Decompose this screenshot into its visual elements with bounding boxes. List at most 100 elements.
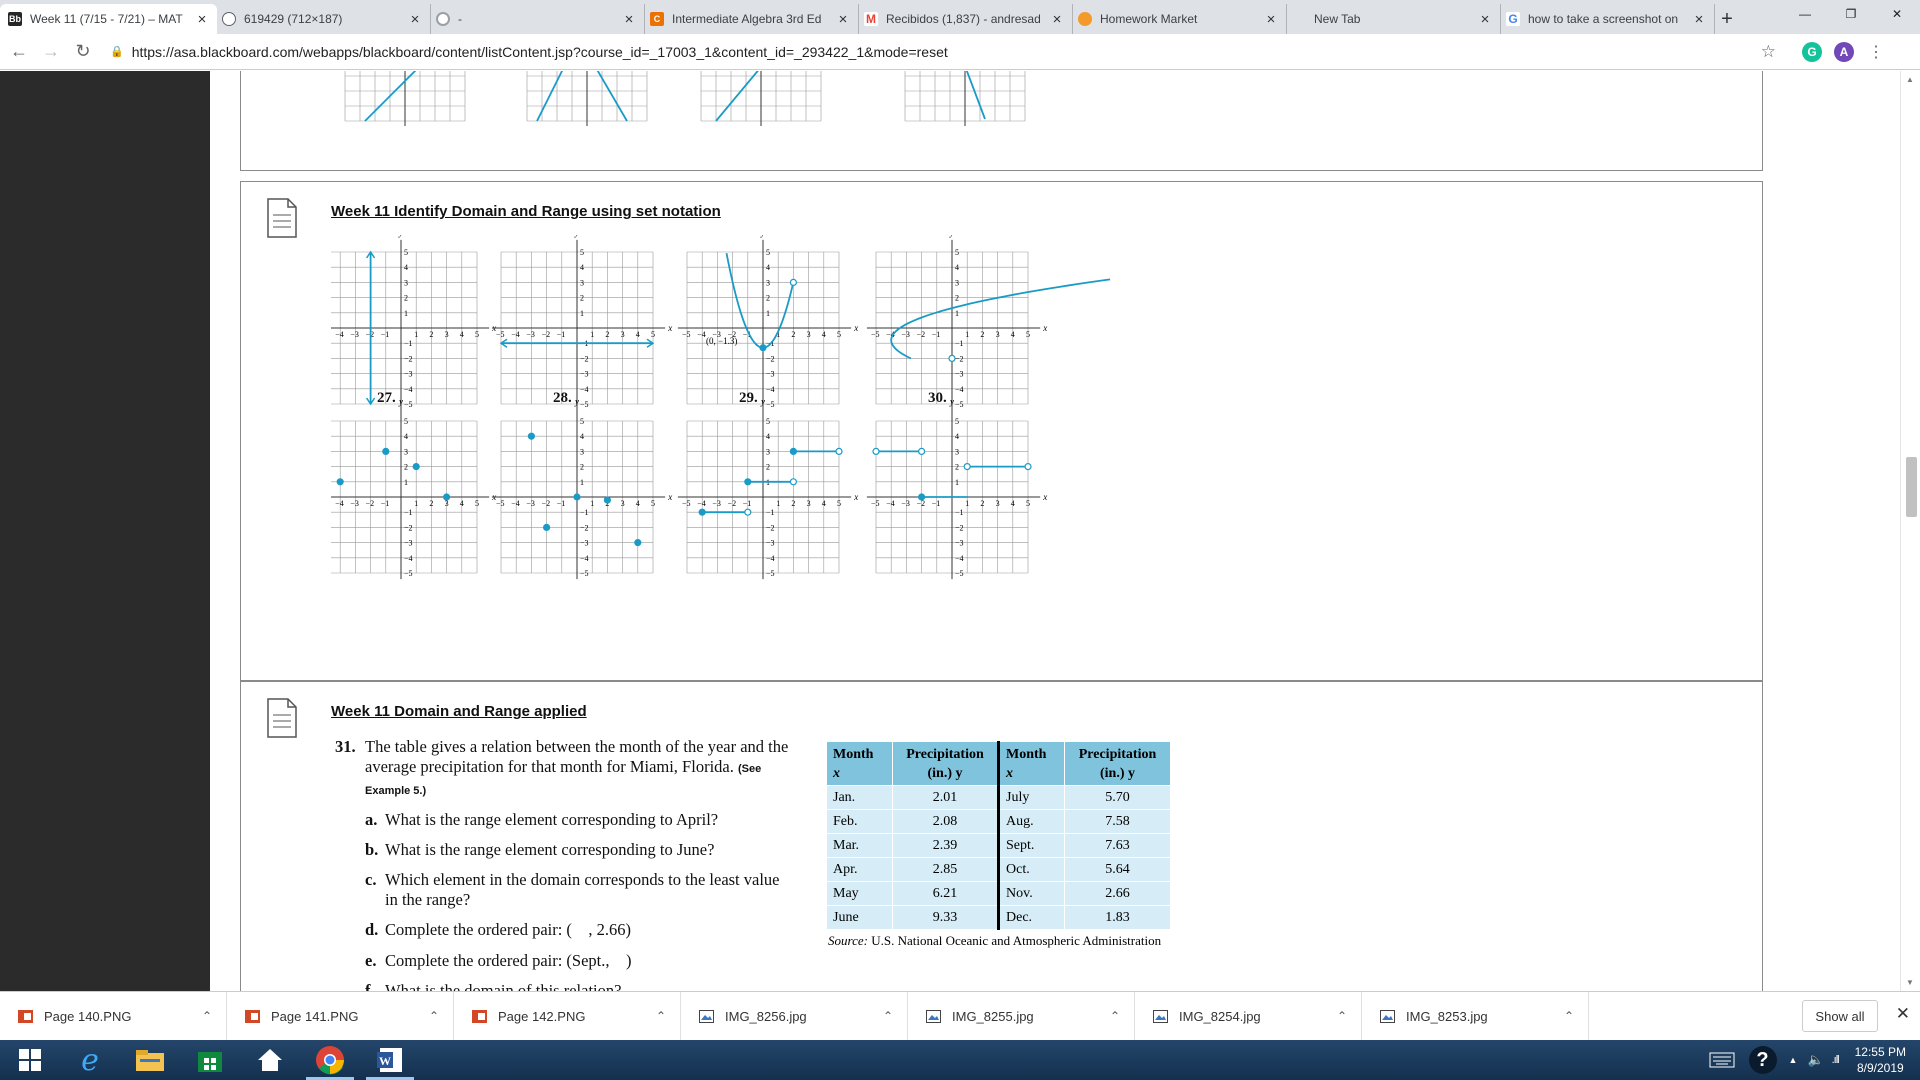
chevron-up-icon[interactable]: ⌃ — [869, 1009, 907, 1023]
tab-619429[interactable]: 619429 (712×187) × — [214, 4, 431, 34]
tick-label: 3 — [580, 447, 584, 456]
tick-label: −3 — [350, 499, 359, 508]
show-hidden-icons[interactable]: ▲ — [1789, 1055, 1798, 1065]
grammarly-extension-icon[interactable]: G — [1802, 41, 1822, 62]
close-tab-icon[interactable]: × — [1050, 11, 1064, 28]
browser-menu-icon[interactable]: ⋮ — [1868, 42, 1884, 62]
closed-point — [789, 447, 797, 455]
header-month: Month x — [826, 741, 893, 786]
tick-label: −1 — [557, 330, 566, 339]
download-item[interactable]: Page 140.PNG ⌃ — [0, 992, 227, 1040]
chevron-up-icon[interactable]: ⌃ — [1550, 1009, 1588, 1023]
close-tab-icon[interactable]: × — [408, 11, 422, 28]
chevron-up-icon[interactable]: ⌃ — [188, 1009, 226, 1023]
download-item[interactable]: Page 142.PNG ⌃ — [454, 992, 681, 1040]
close-tab-icon[interactable]: × — [1692, 11, 1706, 28]
table-cell: Aug. — [997, 809, 1065, 834]
scroll-down-arrow-icon[interactable]: ▼ — [1906, 978, 1914, 987]
minimize-icon[interactable]: — — [1782, 0, 1828, 28]
forward-arrow-icon[interactable]: → — [38, 39, 64, 65]
tick-label: 2 — [580, 463, 584, 472]
homework-market-icon — [1078, 12, 1092, 26]
help-icon[interactable]: ? — [1748, 1046, 1777, 1074]
close-tab-icon[interactable]: × — [622, 11, 636, 28]
download-item[interactable]: IMG_8254.jpg ⌃ — [1135, 992, 1362, 1040]
tick-label: 1 — [580, 478, 584, 487]
bookmark-star-icon[interactable]: ☆ — [1761, 42, 1776, 62]
part-d: d. Complete the ordered pair: ( , 2.66) — [365, 920, 795, 940]
image-file-icon — [1153, 1009, 1168, 1023]
section-title-set-notation[interactable]: Week 11 Identify Domain and Range using … — [331, 203, 721, 220]
tab-week11[interactable]: Bb Week 11 (7/15 - 7/21) – MAT × — [0, 4, 217, 34]
url-text[interactable]: https://asa.blackboard.com/webapps/black… — [132, 44, 1761, 60]
tick-label: −4 — [511, 499, 520, 508]
home-icon[interactable] — [240, 1040, 300, 1080]
tick-label: −4 — [580, 554, 589, 563]
ppt-file-icon — [472, 1009, 487, 1023]
tick-label: 3 — [807, 330, 811, 339]
internet-explorer-icon[interactable]: e — [60, 1040, 120, 1080]
graph-26: 26.xy1−11−12−22−23−33−34−44−45−55−5 — [866, 221, 1111, 411]
volume-icon[interactable]: 🔈 — [1807, 1052, 1823, 1068]
tab-loading[interactable]: - × — [428, 4, 645, 34]
page-viewport: Week 11 Identify Domain and Range using … — [0, 71, 1920, 991]
section-title-applied[interactable]: Week 11 Domain and Range applied — [331, 703, 587, 720]
system-clock[interactable]: 12:55 PM 8/9/2019 — [1855, 1044, 1906, 1076]
download-item[interactable]: IMG_8255.jpg ⌃ — [908, 992, 1135, 1040]
windows-start-icon[interactable] — [0, 1040, 60, 1080]
tick-label: 5 — [404, 248, 408, 257]
graph-30: 30.xy1−11−12−22−23−33−34−44−45−55−5 — [866, 390, 1047, 580]
intro-text: The table gives a relation between the m… — [365, 737, 789, 776]
tick-label: 1 — [965, 330, 969, 339]
keyboard-icon[interactable] — [1709, 1051, 1735, 1069]
tick-label: −2 — [404, 523, 413, 532]
download-item[interactable]: IMG_8253.jpg ⌃ — [1362, 992, 1589, 1040]
tick-label: 2 — [429, 499, 433, 508]
store-icon[interactable] — [180, 1040, 240, 1080]
chevron-up-icon[interactable]: ⌃ — [642, 1009, 680, 1023]
download-item[interactable]: IMG_8256.jpg ⌃ — [681, 992, 908, 1040]
table-header-row: Month x Precipitation (in.) y Month x Preci… — [826, 741, 1171, 786]
tick-label: −1 — [404, 339, 413, 348]
scrollbar-thumb[interactable] — [1906, 457, 1917, 517]
close-tab-icon[interactable]: × — [195, 11, 209, 28]
chevron-up-icon[interactable]: ⌃ — [1096, 1009, 1134, 1023]
table-row: Feb. 2.08 Aug. 7.58 — [826, 809, 1171, 834]
vertical-scrollbar[interactable]: ▲ ▼ — [1900, 71, 1920, 991]
file-explorer-icon[interactable] — [120, 1040, 180, 1080]
tick-label: 4 — [460, 499, 464, 508]
tab-intermediate-algebra[interactable]: C Intermediate Algebra 3rd Ed × — [642, 4, 859, 34]
network-signal-icon[interactable]: .ıll — [1832, 1054, 1840, 1066]
close-tab-icon[interactable]: × — [1478, 11, 1492, 28]
chrome-icon[interactable] — [300, 1040, 360, 1080]
restore-icon[interactable]: ❐ — [1828, 0, 1874, 28]
tick-label: 1 — [414, 499, 418, 508]
tab-google-search[interactable]: G how to take a screenshot on × — [1498, 4, 1715, 34]
show-all-downloads-button[interactable]: Show all — [1802, 1000, 1878, 1032]
tick-label: 5 — [580, 248, 584, 257]
chevron-up-icon[interactable]: ⌃ — [1323, 1009, 1361, 1023]
reload-icon[interactable]: ↻ — [70, 39, 96, 65]
tab-gmail[interactable]: M Recibidos (1,837) - andresad × — [856, 4, 1073, 34]
tab-homework-market[interactable]: Homework Market × — [1070, 4, 1287, 34]
tick-label: −3 — [901, 330, 910, 339]
close-tab-icon[interactable]: × — [1264, 11, 1278, 28]
close-window-icon[interactable]: ✕ — [1874, 0, 1920, 28]
graph-number: 27. — [377, 390, 396, 406]
tab-new-tab[interactable]: New Tab × — [1284, 4, 1501, 34]
new-tab-button[interactable]: + — [1712, 4, 1742, 34]
scroll-up-arrow-icon[interactable]: ▲ — [1906, 75, 1914, 84]
tick-label: 5 — [475, 499, 479, 508]
word-icon[interactable]: W — [360, 1040, 420, 1080]
tick-label: 5 — [766, 417, 770, 426]
tick-label: 5 — [404, 417, 408, 426]
close-tab-icon[interactable]: × — [836, 11, 850, 28]
chevron-up-icon[interactable]: ⌃ — [415, 1009, 453, 1023]
download-item[interactable]: Page 141.PNG ⌃ — [227, 992, 454, 1040]
address-bar[interactable]: 🔒 https://asa.blackboard.com/webapps/bla… — [110, 39, 1790, 65]
header-text: Month — [833, 746, 874, 762]
part-e: e. Complete the ordered pair: (Sept., ) — [365, 951, 795, 971]
close-downloads-icon[interactable]: ✕ — [1896, 1004, 1910, 1024]
profile-avatar[interactable]: A — [1834, 41, 1854, 62]
back-arrow-icon[interactable]: ← — [6, 39, 32, 65]
